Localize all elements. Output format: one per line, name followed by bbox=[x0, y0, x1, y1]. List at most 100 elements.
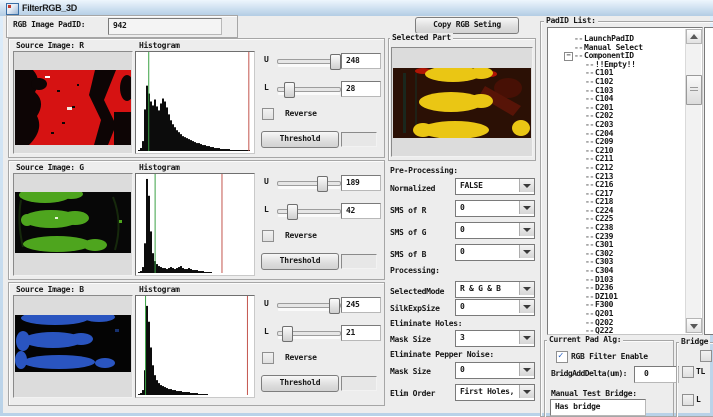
tree-item[interactable]: --C217 bbox=[548, 190, 686, 199]
g-lower-slider-thumb[interactable] bbox=[287, 204, 298, 220]
holes-mask-size-select[interactable]: 3 bbox=[455, 330, 535, 347]
tree-item[interactable]: --C304 bbox=[548, 267, 686, 276]
chevron-down-icon[interactable] bbox=[519, 363, 534, 376]
b-threshold-button[interactable]: Threshold bbox=[261, 375, 339, 392]
bridge-add-delta-field[interactable]: 0 bbox=[634, 366, 679, 383]
tree-item[interactable]: --C302 bbox=[548, 250, 686, 259]
r-upper-slider-thumb[interactable] bbox=[330, 54, 341, 70]
sms-r-select[interactable]: 0 bbox=[455, 200, 535, 217]
manual-test-bridge-field[interactable]: Has bridge bbox=[550, 399, 646, 416]
b-reverse-checkbox[interactable] bbox=[262, 352, 274, 364]
scrollbar-thumb[interactable] bbox=[686, 75, 702, 105]
r-lower-slider-thumb[interactable] bbox=[284, 82, 295, 98]
tree-item[interactable]: --C103 bbox=[548, 87, 686, 96]
tree-item[interactable]: --C213 bbox=[548, 173, 686, 182]
r-threshold-button[interactable]: Threshold bbox=[261, 131, 339, 148]
tree-item[interactable]: --C101 bbox=[548, 69, 686, 78]
tree-item[interactable]: --C239 bbox=[548, 233, 686, 242]
tree-item[interactable]: --C210 bbox=[548, 147, 686, 156]
tree-item[interactable]: --C104 bbox=[548, 95, 686, 104]
elim-order-label: Elim Order bbox=[390, 389, 435, 398]
r-reverse-checkbox[interactable] bbox=[262, 108, 274, 120]
tree-item[interactable]: --C209 bbox=[548, 138, 686, 147]
g-upper-label: U bbox=[264, 177, 269, 186]
elim-order-select[interactable]: First Holes, bbox=[455, 384, 535, 401]
pepper-mask-size-select[interactable]: 0 bbox=[455, 362, 535, 379]
tree-item[interactable]: --Q222 bbox=[548, 327, 686, 334]
g-lower-label: L bbox=[264, 205, 269, 214]
g-lower-value-field[interactable]: 42 bbox=[341, 203, 381, 219]
sms-g-select[interactable]: 0 bbox=[455, 222, 535, 239]
chevron-down-icon[interactable] bbox=[519, 385, 534, 398]
tree-item[interactable]: --C202 bbox=[548, 112, 686, 121]
tree-item[interactable]: --C203 bbox=[548, 121, 686, 130]
tree-item[interactable]: --!!Empty!! bbox=[548, 61, 686, 70]
bridge-l-checkbox[interactable] bbox=[682, 394, 694, 406]
g-upper-slider-thumb[interactable] bbox=[317, 176, 328, 192]
tree-item[interactable]: --F300 bbox=[548, 301, 686, 310]
b-upper-slider-thumb[interactable] bbox=[329, 298, 340, 314]
tree-item[interactable]: --C238 bbox=[548, 224, 686, 233]
bridge-tl-checkbox[interactable] bbox=[682, 366, 694, 378]
r-lower-value-field[interactable]: 28 bbox=[341, 81, 381, 97]
titlebar[interactable]: FilterRGB_3D bbox=[0, 0, 713, 16]
tree-item[interactable]: --C212 bbox=[548, 164, 686, 173]
chevron-down-icon[interactable] bbox=[519, 245, 534, 258]
normalized-select[interactable]: FALSE bbox=[455, 178, 535, 195]
tree-item[interactable]: --C301 bbox=[548, 241, 686, 250]
tree-branch-line: -- bbox=[585, 240, 594, 249]
b-reverse-label: Reverse bbox=[285, 353, 317, 362]
tree-item[interactable]: --C102 bbox=[548, 78, 686, 87]
silk-exp-size-select[interactable]: 0 bbox=[455, 299, 535, 316]
g-upper-value-field[interactable]: 189 bbox=[341, 175, 381, 191]
tree-branch-line: -- bbox=[585, 326, 594, 334]
tree-item[interactable]: --D103 bbox=[548, 276, 686, 285]
tree-item[interactable]: --C216 bbox=[548, 181, 686, 190]
b-lower-slider-thumb[interactable] bbox=[282, 326, 293, 342]
tree-item[interactable]: --C225 bbox=[548, 215, 686, 224]
selected-part-image bbox=[393, 68, 531, 138]
r-lower-slider[interactable] bbox=[277, 87, 341, 92]
selected-mode-select[interactable]: R & G & B bbox=[455, 281, 535, 298]
g-lower-slider[interactable] bbox=[277, 209, 341, 214]
rgb-filter-enable-checkbox[interactable] bbox=[556, 351, 568, 363]
tree-item[interactable]: --C201 bbox=[548, 104, 686, 113]
tree-item[interactable]: --C218 bbox=[548, 198, 686, 207]
g-reverse-checkbox[interactable] bbox=[262, 230, 274, 242]
bridge-top-checkbox[interactable] bbox=[700, 350, 712, 362]
b-upper-value-field[interactable]: 245 bbox=[341, 297, 381, 313]
g-upper-slider[interactable] bbox=[277, 181, 341, 186]
chevron-down-icon[interactable] bbox=[519, 300, 534, 313]
tree-item[interactable]: --Q202 bbox=[548, 319, 686, 328]
histogram-b-label: Histogram bbox=[139, 285, 180, 294]
chevron-down-icon[interactable] bbox=[519, 179, 534, 192]
padid-tree[interactable]: --LaunchPadID--Manual Select−--Component… bbox=[547, 27, 703, 335]
scroll-up-icon[interactable] bbox=[686, 29, 702, 44]
tree-item[interactable]: --C211 bbox=[548, 155, 686, 164]
scroll-down-icon[interactable] bbox=[686, 318, 702, 333]
b-upper-slider[interactable] bbox=[277, 303, 341, 308]
tree-scrollbar[interactable] bbox=[685, 29, 701, 333]
r-upper-value-field[interactable]: 248 bbox=[341, 53, 381, 69]
tree-item[interactable]: --C303 bbox=[548, 258, 686, 267]
window-title: FilterRGB_3D bbox=[22, 3, 77, 13]
g-threshold-button[interactable]: Threshold bbox=[261, 253, 339, 270]
b-lower-slider[interactable] bbox=[277, 331, 341, 336]
b-lower-value-field[interactable]: 21 bbox=[341, 325, 381, 341]
source-image-b-canvas bbox=[13, 295, 133, 398]
tree-item[interactable]: --DZ101 bbox=[548, 293, 686, 302]
tree-item[interactable]: --C224 bbox=[548, 207, 686, 216]
chevron-down-icon[interactable] bbox=[519, 223, 534, 236]
selected-part-label: Selected Part bbox=[390, 33, 453, 42]
tree-item-label: Q222 bbox=[595, 326, 613, 334]
chevron-down-icon[interactable] bbox=[519, 331, 534, 344]
tree-item[interactable]: --Q201 bbox=[548, 310, 686, 319]
tree-item[interactable]: --C204 bbox=[548, 130, 686, 139]
chevron-down-icon[interactable] bbox=[519, 201, 534, 214]
chevron-down-icon[interactable] bbox=[519, 282, 534, 295]
r-upper-slider[interactable] bbox=[277, 59, 341, 64]
b-image bbox=[15, 315, 131, 372]
copy-rgb-setting-button[interactable]: Copy RGB Seting bbox=[415, 17, 519, 34]
padid-field[interactable]: 942 bbox=[108, 18, 222, 35]
sms-b-select[interactable]: 0 bbox=[455, 244, 535, 261]
